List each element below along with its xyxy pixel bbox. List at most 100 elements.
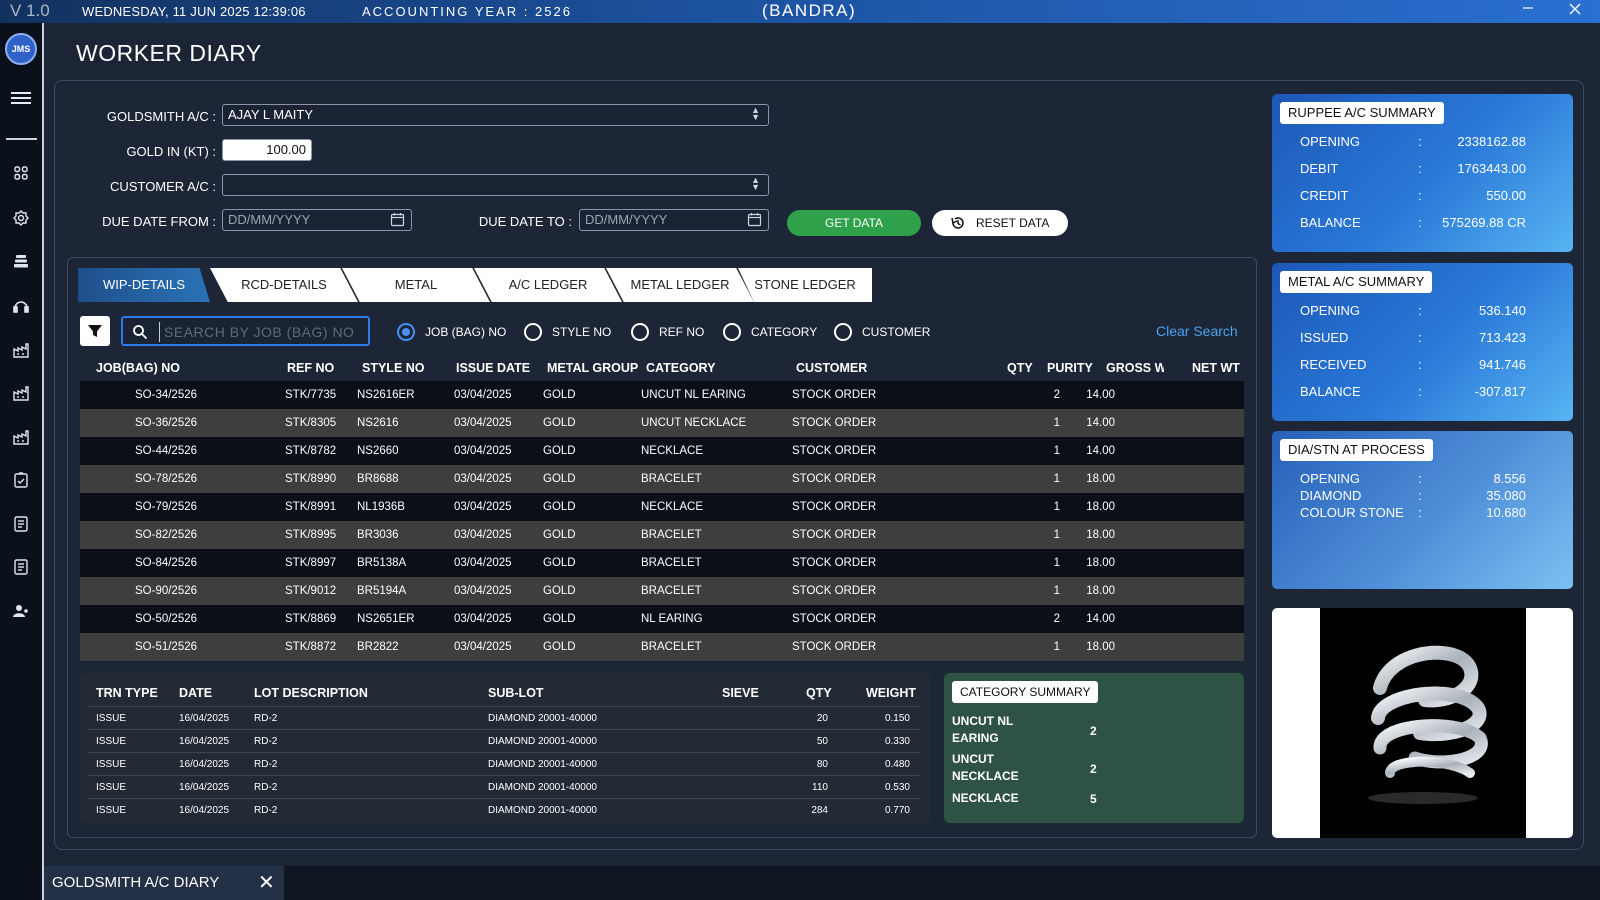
checklist-icon[interactable] — [12, 471, 30, 489]
table-row[interactable]: SO-51/2526 STK/8872 BR2822 03/04/2025 GOLD BR… — [80, 633, 1244, 661]
get-data-button[interactable]: GET DATA — [787, 210, 921, 236]
user-group-icon[interactable] — [12, 602, 30, 620]
category-summary-title: CATEGORY SUMMARY — [952, 681, 1099, 703]
cell-purity: 18.00 — [1086, 473, 1115, 485]
radio-ref-no[interactable]: REF NO — [631, 322, 704, 342]
tab-stone-ledger[interactable]: STONE LEDGER — [738, 268, 872, 302]
cell-job-bag-no: SO-78/2526 — [135, 473, 198, 485]
col-job-bag-no[interactable]: JOB(BAG) NO — [96, 361, 180, 375]
cell-metal-group: GOLD — [543, 389, 576, 401]
col-stone-qty: QTY — [806, 686, 832, 700]
due-from-field[interactable]: DD/MM/YYYY — [222, 209, 412, 231]
category-label: UNCUT NECKLACE — [952, 752, 1019, 783]
table-row[interactable]: SO-78/2526 STK/8990 BR8688 03/04/2025 GOLD BR… — [80, 465, 1244, 493]
filter-button[interactable] — [80, 316, 110, 346]
cell-trn-type: ISSUE — [96, 759, 127, 770]
col-style-no[interactable]: STYLE NO — [362, 361, 425, 375]
close-tab-icon[interactable]: ✕ — [258, 866, 275, 900]
category-label: UNCUT NL EARING — [952, 714, 1014, 745]
radio-customer[interactable]: CUSTOMER — [834, 322, 930, 342]
cell-lot-description: RD-2 — [254, 805, 278, 816]
cell-category: UNCUT NECKLACE — [641, 417, 747, 429]
table-row[interactable]: SO-82/2526 STK/8995 BR3036 03/04/2025 GOLD BR… — [80, 521, 1244, 549]
metal-opening-row: OPENING:536.140 — [1300, 303, 1526, 318]
document-icon[interactable] — [12, 558, 30, 576]
product-image — [1320, 608, 1526, 838]
minimize-icon[interactable] — [1508, 0, 1548, 23]
col-customer[interactable]: CUSTOMER — [796, 361, 867, 375]
cell-sub-lot: DIAMOND 20001-40000 — [488, 736, 597, 747]
cell-ref-no: STK/8782 — [285, 445, 337, 457]
col-issue-date[interactable]: ISSUE DATE — [456, 361, 530, 375]
table-row[interactable]: SO-50/2526 STK/8869 NS2651ER 03/04/2025 GOLD… — [80, 605, 1244, 633]
table-row[interactable]: ISSUE 16/04/2025 RD-2 DIAMOND 20001-40000 50… — [88, 729, 920, 752]
radio-style-no[interactable]: STYLE NO — [524, 322, 611, 342]
tab-wip-details[interactable]: WIP-DETAILS — [78, 268, 210, 302]
chevron-updown-icon: ▲ ▼ — [751, 175, 760, 192]
goldsmith-select[interactable]: AJAY L MAITY ▲ ▼ — [222, 104, 769, 126]
calendar-icon[interactable] — [390, 212, 405, 227]
table-row[interactable]: SO-44/2526 STK/8782 NS2660 03/04/2025 GOLD NE… — [80, 437, 1244, 465]
table-row[interactable]: SO-84/2526 STK/8997 BR5138A 03/04/2025 GOLD B… — [80, 549, 1244, 577]
col-trn-type: TRN TYPE — [96, 686, 158, 700]
customer-label: CUSTOMER A/C : — [110, 179, 216, 194]
cell-qty: 1 — [1053, 473, 1060, 485]
app-version: V 1.0 — [10, 1, 50, 20]
support-icon[interactable] — [12, 297, 30, 315]
reset-data-button[interactable]: RESET DATA — [932, 210, 1068, 236]
menu-icon[interactable] — [11, 92, 31, 106]
table-row[interactable]: SO-34/2526 STK/7735 NS2616ER 03/04/2025 GOLD… — [80, 381, 1244, 409]
factory-icon[interactable] — [12, 384, 30, 402]
radio-job-bag-no[interactable]: JOB (BAG) NO — [397, 322, 506, 342]
factory-icon[interactable] — [12, 428, 30, 446]
dia-colour-stone-row: COLOUR STONE:10.680 — [1300, 505, 1526, 520]
clear-search-link[interactable]: Clear Search — [1156, 323, 1238, 339]
col-purity[interactable]: PURITY — [1047, 361, 1093, 375]
cell-issue-date: 03/04/2025 — [454, 529, 512, 541]
table-row[interactable]: ISSUE 16/04/2025 RD-2 DIAMOND 20001-40000 80… — [88, 752, 920, 775]
col-net-wt[interactable]: NET WT — [1192, 361, 1240, 375]
bottom-tab-goldsmith-diary[interactable]: GOLDSMITH A/C DIARY ✕ — [44, 866, 284, 900]
cell-job-bag-no: SO-84/2526 — [135, 557, 198, 569]
cell-style-no: BR3036 — [357, 529, 399, 541]
category-value: 2 — [1090, 762, 1097, 776]
close-icon[interactable] — [1555, 0, 1595, 23]
gold-kt-label: GOLD IN (KT) : — [126, 144, 216, 159]
cell-qty: 1 — [1053, 529, 1060, 541]
table-row[interactable]: SO-36/2526 STK/8305 NS2616 03/04/2025 GOLD UN… — [80, 409, 1244, 437]
search-input[interactable] — [159, 322, 359, 342]
due-to-field[interactable]: DD/MM/YYYY — [579, 209, 769, 231]
cell-qty: 1 — [1053, 501, 1060, 513]
col-ref-no[interactable]: REF NO — [287, 361, 334, 375]
customer-select[interactable]: ▲ ▼ — [222, 174, 769, 196]
col-metal-group[interactable]: METAL GROUP — [547, 361, 638, 375]
cell-ref-no: STK/8995 — [285, 529, 337, 541]
tab-rcd-details[interactable]: RCD-DETAILS — [210, 268, 358, 302]
tab-ac-ledger[interactable]: A/C LEDGER — [474, 268, 622, 302]
cell-customer: STOCK ORDER — [792, 529, 877, 541]
search-icon — [133, 325, 148, 340]
radio-category[interactable]: CATEGORY — [723, 322, 817, 342]
tab-metal-ledger[interactable]: METAL LEDGER — [606, 268, 754, 302]
col-gross-wt[interactable]: GROSS WT — [1106, 361, 1164, 375]
table-row[interactable]: SO-79/2526 STK/8991 NL1936B 03/04/2025 GOLD N… — [80, 493, 1244, 521]
avatar[interactable]: JMS — [5, 33, 37, 65]
gold-kt-input[interactable]: 100.00 — [222, 139, 312, 161]
col-qty[interactable]: QTY — [1007, 361, 1033, 375]
document-icon[interactable] — [12, 515, 30, 533]
stack-icon[interactable] — [12, 252, 30, 270]
col-category[interactable]: CATEGORY — [646, 361, 715, 375]
cell-issue-date: 03/04/2025 — [454, 417, 512, 429]
dashboard-icon[interactable] — [12, 164, 30, 182]
factory-icon[interactable] — [12, 341, 30, 359]
settings-icon[interactable] — [12, 209, 30, 227]
cell-stone-qty: 284 — [811, 805, 828, 816]
cell-sub-lot: DIAMOND 20001-40000 — [488, 805, 597, 816]
tab-metal[interactable]: METAL — [342, 268, 490, 302]
table-row[interactable]: ISSUE 16/04/2025 RD-2 DIAMOND 20001-40000 11… — [88, 775, 920, 798]
table-row[interactable]: ISSUE 16/04/2025 RD-2 DIAMOND 20001-40000 28… — [88, 798, 920, 821]
cell-style-no: BR8688 — [357, 473, 399, 485]
calendar-icon[interactable] — [747, 212, 762, 227]
table-row[interactable]: SO-90/2526 STK/9012 BR5194A 03/04/2025 GOLD B… — [80, 577, 1244, 605]
table-row[interactable]: ISSUE 16/04/2025 RD-2 DIAMOND 20001-40000 20… — [88, 706, 920, 729]
